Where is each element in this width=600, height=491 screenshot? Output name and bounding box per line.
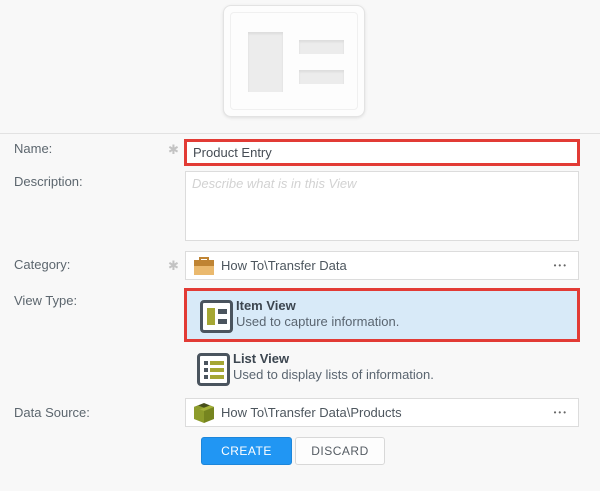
list-view-title: List View	[233, 351, 290, 366]
data-source-browse-button[interactable]: •••	[552, 407, 570, 419]
item-view-icon	[200, 300, 233, 333]
category-required-asterisk: ✱	[168, 258, 179, 273]
data-source-cube-icon	[194, 402, 214, 423]
view-type-option-list-view[interactable]: List View Used to display lists of infor…	[184, 347, 580, 391]
category-field[interactable]: How To\Transfer Data •••	[185, 251, 579, 280]
view-type-label: View Type:	[14, 293, 78, 308]
description-textarea[interactable]	[185, 171, 579, 241]
view-type-thumbnail	[223, 5, 365, 117]
name-input[interactable]	[184, 139, 580, 166]
category-label: Category:	[14, 257, 71, 272]
description-label: Description:	[14, 174, 83, 189]
data-source-field[interactable]: How To\Transfer Data\Products •••	[185, 398, 579, 427]
category-folder-icon	[194, 256, 214, 275]
create-view-dialog: Name: ✱ Description: Category: ✱ How To\…	[0, 0, 600, 491]
view-type-option-item-view[interactable]: Item View Used to capture information.	[184, 288, 580, 342]
name-required-asterisk: ✱	[168, 142, 179, 157]
item-view-title: Item View	[236, 298, 296, 313]
thumbnail-bar-1	[299, 40, 344, 54]
item-view-description: Used to capture information.	[236, 314, 400, 329]
thumbnail-bar-2	[299, 70, 344, 84]
category-browse-button[interactable]: •••	[552, 260, 570, 272]
category-value: How To\Transfer Data	[221, 258, 347, 273]
name-label: Name:	[14, 141, 53, 156]
discard-button[interactable]: DISCARD	[295, 437, 385, 465]
thumbnail-vertical-block	[248, 32, 283, 92]
data-source-label: Data Source:	[14, 405, 90, 420]
list-view-description: Used to display lists of information.	[233, 367, 434, 382]
create-button[interactable]: CREATE	[201, 437, 292, 465]
list-view-icon	[197, 353, 230, 386]
data-source-value: How To\Transfer Data\Products	[221, 405, 402, 420]
header-divider	[0, 133, 600, 134]
